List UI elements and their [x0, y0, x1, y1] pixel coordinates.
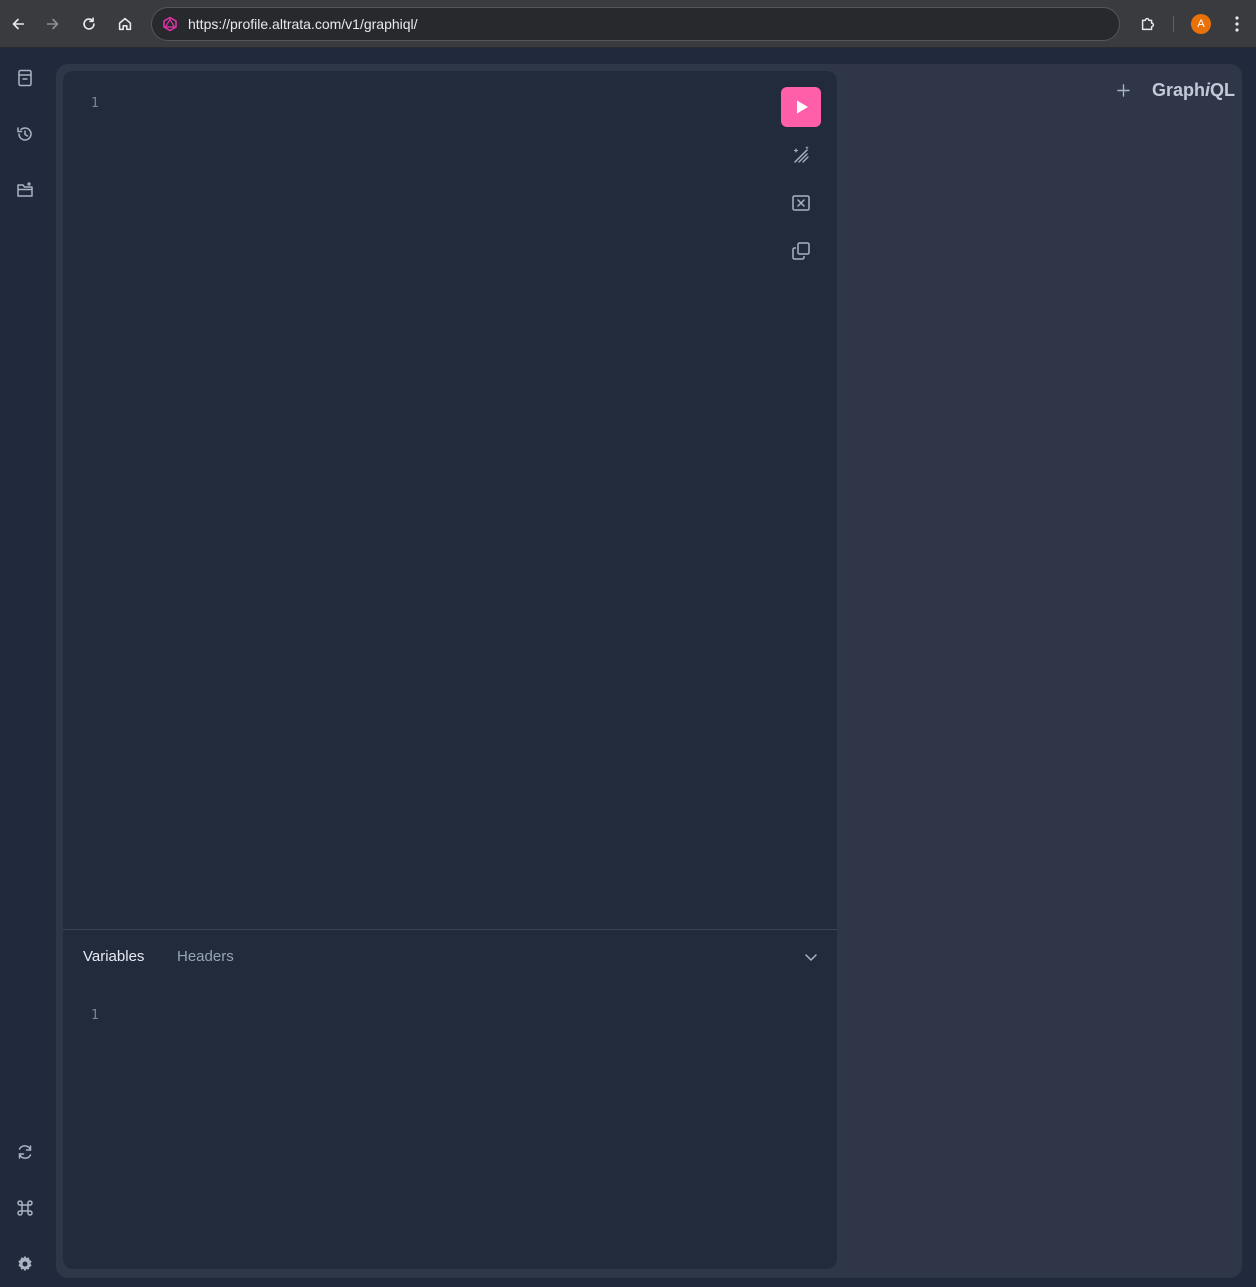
- variables-editor[interactable]: 1: [63, 986, 837, 1269]
- prettify-icon: [793, 146, 809, 163]
- prettify-button[interactable]: [781, 135, 821, 175]
- graphiql-sidebar: [0, 48, 56, 1287]
- query-editor[interactable]: 1: [63, 71, 837, 929]
- shortcuts-command-icon: [17, 1200, 33, 1216]
- home-button[interactable]: [111, 10, 139, 38]
- settings-gear-icon: [18, 1256, 32, 1271]
- query-line-number: 1: [91, 96, 99, 111]
- address-bar[interactable]: https://profile.altrata.com/v1/graphiql/: [151, 7, 1120, 41]
- extensions-button[interactable]: [1134, 10, 1162, 38]
- graphiql-logo[interactable]: GraphiQL: [1152, 80, 1235, 101]
- variables-line-number: 1: [91, 1008, 99, 1023]
- tabs-header: GraphiQL: [1110, 76, 1235, 104]
- tab-variables[interactable]: Variables: [83, 948, 144, 965]
- reload-button[interactable]: [75, 10, 103, 38]
- home-icon: [118, 17, 132, 31]
- history-icon: [17, 127, 32, 141]
- collapse-tools-button[interactable]: [800, 946, 822, 968]
- toolbar-separator: [1173, 16, 1174, 32]
- copy-query-button[interactable]: [781, 231, 821, 271]
- browser-toolbar: https://profile.altrata.com/v1/graphiql/…: [0, 0, 1256, 48]
- explorer-button[interactable]: [13, 178, 37, 202]
- merge-fragments-icon: [792, 195, 810, 211]
- editor-tools-tabs: Variables Headers: [63, 930, 837, 986]
- docs-icon: [18, 69, 32, 87]
- explorer-folder-icon: [17, 182, 33, 197]
- chevron-down-icon: [805, 954, 817, 961]
- forward-button[interactable]: [39, 10, 67, 38]
- shortcuts-button[interactable]: [13, 1196, 37, 1220]
- profile-avatar[interactable]: A: [1191, 14, 1211, 34]
- history-button[interactable]: [13, 122, 37, 146]
- url-text: https://profile.altrata.com/v1/graphiql/: [188, 16, 418, 32]
- settings-button[interactable]: [13, 1252, 37, 1276]
- copy-icon: [792, 242, 810, 260]
- refetch-schema-icon: [18, 1145, 32, 1159]
- execute-query-button[interactable]: [781, 87, 821, 127]
- plus-icon: [1116, 83, 1130, 97]
- merge-fragments-button[interactable]: [781, 183, 821, 223]
- puzzle-piece-icon: [1141, 17, 1155, 31]
- docs-button[interactable]: [13, 66, 37, 90]
- add-tab-button[interactable]: [1110, 77, 1136, 103]
- run-icon: [797, 100, 808, 114]
- arrow-right-icon: [46, 18, 59, 30]
- back-button[interactable]: [4, 10, 32, 38]
- refetch-schema-button[interactable]: [13, 1140, 37, 1164]
- browser-menu-button[interactable]: [1226, 10, 1248, 38]
- tab-headers[interactable]: Headers: [177, 948, 234, 965]
- reload-icon: [83, 17, 95, 30]
- arrow-left-icon: [12, 18, 25, 30]
- graphql-favicon-icon: [163, 16, 177, 32]
- editor-panel: 1 Variables Headers 1: [63, 71, 837, 1269]
- kebab-menu-icon: [1235, 16, 1239, 32]
